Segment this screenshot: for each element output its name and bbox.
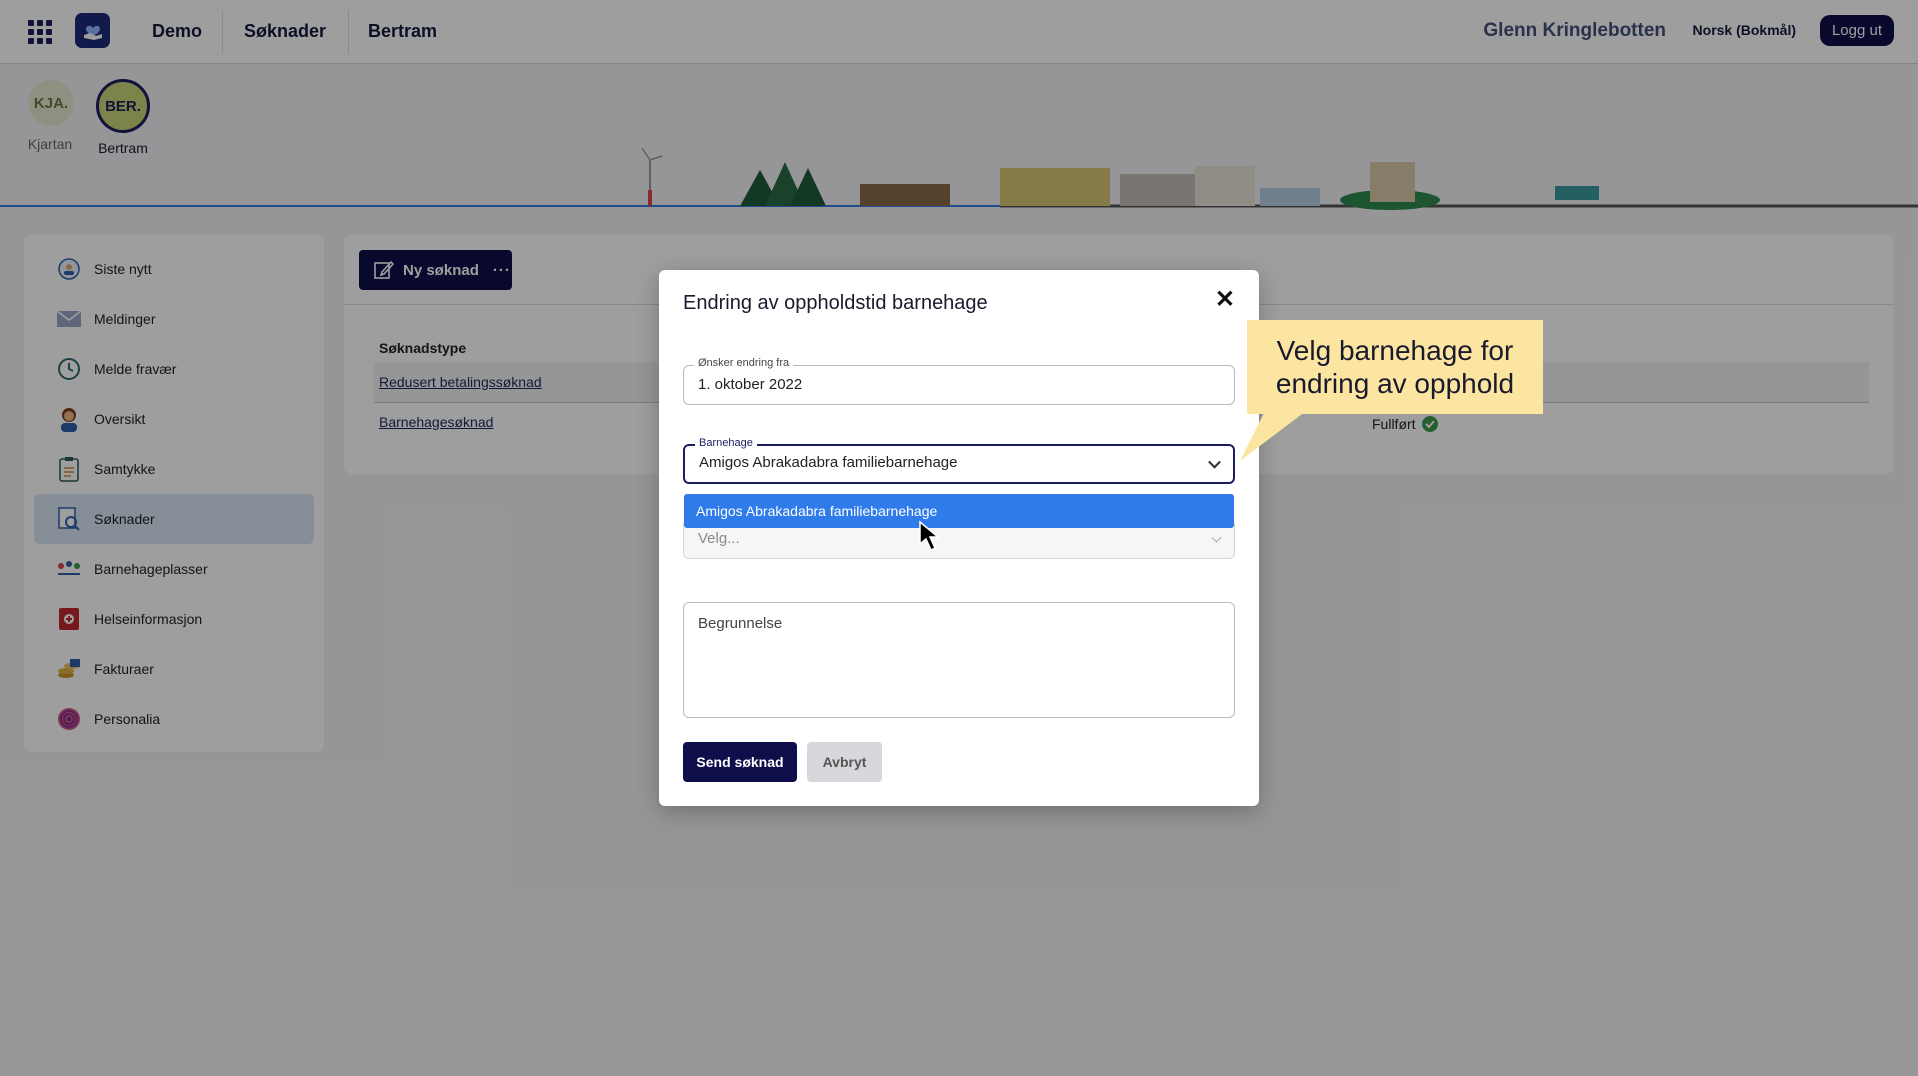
dropdown-option[interactable]: Amigos Abrakadabra familiebarnehage — [684, 494, 1234, 528]
callout-pointer — [1240, 405, 1314, 461]
kindergarten-select[interactable]: Barnehage Amigos Abrakadabra familiebarn… — [683, 437, 1235, 484]
reason-textarea[interactable]: Begrunnelse — [683, 602, 1235, 718]
chevron-down-icon[interactable] — [1211, 532, 1222, 543]
field-label: Ønsker endring fra — [694, 357, 794, 369]
field-value: 1. oktober 2022 — [698, 376, 803, 393]
send-application-button[interactable]: Send søknad — [683, 742, 797, 782]
callout-text-line2: endring av opphold — [1275, 368, 1515, 399]
chevron-down-icon[interactable] — [1208, 455, 1221, 469]
select-placeholder: Velg... — [698, 530, 740, 547]
change-from-date-field[interactable]: Ønsker endring fra 1. oktober 2022 — [683, 357, 1235, 405]
reason-placeholder: Begrunnelse — [698, 615, 783, 632]
mouse-pointer-icon — [919, 520, 941, 552]
cancel-button[interactable]: Avbryt — [807, 742, 882, 782]
change-stay-time-dialog: Endring av oppholdstid barnehage ✕ Ønske… — [659, 270, 1259, 806]
callout-text-line1: Velg barnehage for — [1276, 335, 1514, 366]
field-value: Amigos Abrakadabra familiebarnehage — [699, 454, 958, 471]
close-icon[interactable]: ✕ — [1215, 288, 1235, 312]
field-label: Barnehage — [695, 437, 757, 449]
dialog-title: Endring av oppholdstid barnehage — [683, 292, 988, 314]
tutorial-callout: Velg barnehage for endring av opphold — [1247, 320, 1543, 414]
